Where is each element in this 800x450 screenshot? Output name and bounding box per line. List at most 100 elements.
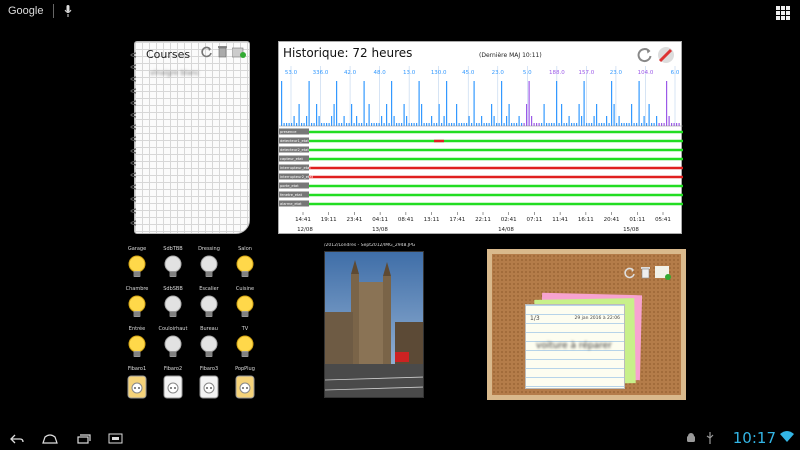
light-toggle[interactable]: Fibaro3 [192,366,226,400]
history-chart: 53.0 336.0 42.0 48.0 13.0 130.0 45.0 23.0 5.0 188… [279,66,683,233]
light-toggle[interactable]: Salon [228,246,262,280]
google-search-bar[interactable]: Google [8,4,72,18]
bar [336,81,338,126]
notebook-title: Courses [146,48,191,61]
bar [538,123,540,126]
light-toggle[interactable]: TV [228,326,262,360]
bar [388,123,390,126]
plug-off-icon[interactable] [162,374,184,400]
settings-tool-icon[interactable] [657,46,675,64]
light-toggle[interactable]: Cuisine [228,286,262,320]
bulb-off-icon[interactable] [198,334,220,360]
bar [406,116,408,126]
back-icon[interactable] [10,434,24,444]
bar [558,123,560,126]
bar [593,116,595,126]
light-label: SdbSBB [163,286,183,292]
shopping-list-widget[interactable]: Courses vinaigre blanc [126,41,250,234]
bar [398,123,400,126]
bulb-off-icon[interactable] [198,254,220,280]
bar [368,104,370,126]
light-toggle[interactable]: Entrée [120,326,154,360]
bar [531,116,533,126]
light-toggle[interactable]: Fibaro2 [156,366,190,400]
bar [506,116,508,126]
light-toggle[interactable]: Bureau [192,326,226,360]
plug-on-icon[interactable] [234,374,256,400]
all-apps-icon[interactable] [776,6,790,20]
plug-off-icon[interactable] [198,374,220,400]
postit-note[interactable]: 1/3 29 jan 2016 à 22:06 voiture à répare… [525,304,625,389]
screenshot-icon[interactable] [108,433,123,444]
microphone-icon[interactable] [64,5,72,17]
light-toggle[interactable]: SdbSBB [156,286,190,320]
light-label: TV [241,326,249,332]
bar [523,123,525,126]
photo-widget[interactable]: /2012/Londres - Sept2012/IMG_2948.JPG [324,243,424,398]
trash-icon[interactable] [217,45,228,58]
bar [591,123,593,126]
series-label: porte_etat [280,184,299,188]
bar [316,104,318,126]
bulb-off-icon[interactable] [162,334,184,360]
bulb-on-icon[interactable] [234,254,256,280]
time-label: 05:41 [655,217,671,223]
light-toggle[interactable]: Escalier [192,286,226,320]
bulb-off-icon[interactable] [162,294,184,320]
light-toggle[interactable]: Couloirhaut [156,326,190,360]
google-search-label[interactable]: Google [8,5,43,17]
light-toggle[interactable]: Dressing [192,246,226,280]
series-label: presence [280,130,297,134]
bar [286,123,288,126]
bar [596,104,598,126]
bulb-off-icon[interactable] [162,254,184,280]
time-label: 17:41 [449,217,465,223]
bar [453,123,455,126]
light-toggle[interactable]: PopPlug [228,366,262,400]
bar [451,123,453,126]
date-label: 14/08 [498,227,514,233]
light-toggle[interactable]: SdbTBB [156,246,190,280]
bar [501,81,503,126]
recent-apps-icon[interactable] [77,434,91,444]
bar [281,81,283,126]
time-label: 04:11 [372,217,388,223]
bar [358,123,360,126]
list-item[interactable]: vinaigre blanc [150,69,199,77]
bar [503,123,505,126]
plug-on-icon[interactable] [126,374,148,400]
trash-icon[interactable] [640,266,651,279]
bar [628,123,630,126]
add-item-icon[interactable] [232,45,246,58]
bar [436,123,438,126]
light-toggle[interactable]: Chambre [120,286,154,320]
photo-image[interactable] [324,251,424,398]
bar [283,123,285,126]
home-icon[interactable] [42,434,58,444]
light-toggle[interactable]: Garage [120,246,154,280]
refresh-icon[interactable] [200,45,213,58]
bulb-on-icon[interactable] [234,334,256,360]
note-text: voiture à réparer [536,341,612,351]
refresh-icon[interactable] [623,266,636,279]
bar [486,123,488,126]
postit-board-widget[interactable]: 1/3 29 jan 2016 à 22:06 voiture à répare… [487,249,686,400]
bar [331,116,333,126]
bar [511,123,513,126]
bar [588,123,590,126]
bulb-on-icon[interactable] [126,294,148,320]
refresh-icon[interactable] [636,46,653,63]
bulb-off-icon[interactable] [198,294,220,320]
bulb-on-icon[interactable] [234,294,256,320]
bulb-on-icon[interactable] [126,334,148,360]
add-note-icon[interactable] [655,266,671,280]
bulb-on-icon[interactable] [126,254,148,280]
bar [553,123,555,126]
light-toggle[interactable]: Fibaro1 [120,366,154,400]
bar [361,123,363,126]
bar [641,123,643,126]
bar [536,123,538,126]
bar [468,116,470,126]
bar [656,116,658,126]
bar [391,81,393,126]
